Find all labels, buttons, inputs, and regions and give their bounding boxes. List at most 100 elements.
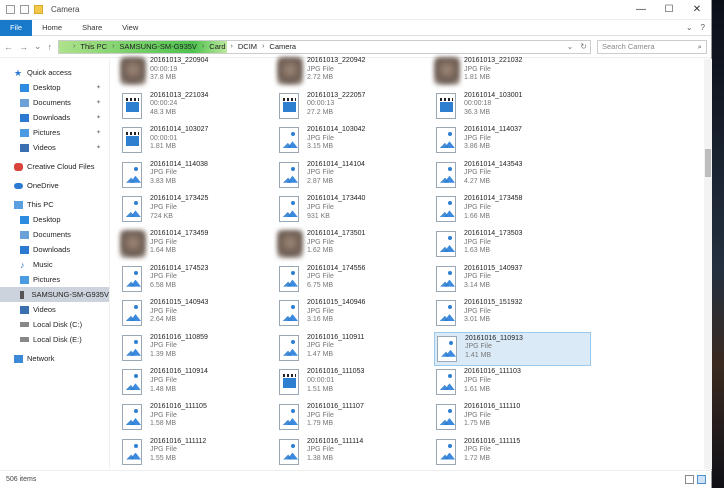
file-tile[interactable]: 20161014_173425 JPG File 724 KB [120, 193, 277, 228]
file-tile[interactable]: 20161014_114038 JPG File 3.83 MB [120, 159, 277, 194]
sidebar-item-documents[interactable]: Documents ✦ [0, 95, 109, 110]
file-tile[interactable]: 20161014_173440 JPG File 931 KB [277, 193, 434, 228]
file-tile[interactable]: 20161014_173501 JPG File 1.62 MB [277, 228, 434, 263]
help-icon[interactable]: ? [701, 23, 705, 32]
sidebar-item-videos[interactable]: Videos ✦ [0, 140, 109, 155]
file-tile[interactable]: 20161015_151932 JPG File 3.01 MB [434, 297, 591, 332]
sidebar-item-pictures[interactable]: Pictures ✦ [0, 125, 109, 140]
file-tile[interactable]: 20161014_103042 JPG File 3.15 MB [277, 124, 434, 159]
maximize-button[interactable]: ☐ [655, 4, 683, 15]
tiles-view-icon[interactable] [697, 475, 706, 484]
file-name: 20161016_111103 [464, 368, 521, 376]
forward-icon[interactable]: → [19, 42, 28, 52]
file-tile[interactable]: 20161014_103027 00:00:01 1.81 MB [120, 124, 277, 159]
file-tile[interactable]: 20161013_222057 00:00:13 27.2 MB [277, 90, 434, 125]
sidebar-item-desktop[interactable]: Desktop ✦ [0, 80, 109, 95]
close-button[interactable]: ✕ [683, 4, 711, 15]
minimize-button[interactable]: — [627, 4, 655, 15]
up-icon[interactable]: ↑ [48, 42, 53, 52]
file-type: JPG File [464, 446, 491, 454]
file-name: 20161014_114038 [150, 160, 208, 168]
sidebar-item-quick-access[interactable]: ★ Quick access [0, 65, 109, 80]
back-icon[interactable]: ← [4, 42, 13, 52]
file-tile[interactable]: 20161013_220904 00:00:19 37.8 MB [120, 55, 277, 90]
file-tile[interactable]: 20161013_220942 JPG File 2.72 MB [277, 55, 434, 90]
sidebar-item-network[interactable]: Network [0, 351, 109, 366]
file-tile[interactable]: 20161016_111115 JPG File 1.72 MB [434, 436, 591, 471]
file-tile[interactable]: 20161016_111112 JPG File 1.55 MB [120, 436, 277, 471]
breadcrumb-camera[interactable]: Camera [264, 42, 301, 51]
sidebar-item-this-pc[interactable]: This PC [0, 197, 109, 212]
file-tile[interactable]: 20161014_143543 JPG File 4.27 MB [434, 159, 591, 194]
sidebar-item-downloads[interactable]: Downloads ✦ [0, 110, 109, 125]
drive-icon [20, 322, 29, 327]
file-tile[interactable]: 20161013_221034 00:00:24 48.3 MB [120, 90, 277, 125]
file-size: 1.38 MB [307, 454, 334, 462]
expand-ribbon-icon[interactable]: ⌄ [686, 23, 693, 32]
file-tile[interactable]: 20161013_221032 JPG File 1.81 MB [434, 55, 591, 90]
file-tile[interactable]: 20161014_173503 JPG File 1.63 MB [434, 228, 591, 263]
sidebar-item-local-disk-e[interactable]: Local Disk (E:) [0, 332, 109, 347]
documents-icon [20, 98, 29, 107]
breadcrumb-dcim[interactable]: DCIM [233, 42, 262, 51]
file-tile[interactable]: 20161014_173459 JPG File 1.64 MB [120, 228, 277, 263]
scrollbar-thumb[interactable] [705, 149, 711, 177]
file-tile[interactable]: 20161015_140943 JPG File 2.64 MB [120, 297, 277, 332]
file-tile[interactable]: 20161014_174523 JPG File 6.58 MB [120, 263, 277, 298]
file-tile[interactable]: 20161014_114037 JPG File 3.86 MB [434, 124, 591, 159]
documents-icon [20, 230, 29, 239]
file-tile[interactable]: 20161015_140946 JPG File 3.16 MB [277, 297, 434, 332]
details-view-icon[interactable] [685, 475, 694, 484]
file-tile[interactable]: 20161014_114104 JPG File 2.87 MB [277, 159, 434, 194]
file-size: 1.66 MB [464, 212, 491, 220]
breadcrumb-this-pc[interactable]: This PC [75, 42, 112, 51]
sidebar-item-creative-cloud[interactable]: Creative Cloud Files [0, 159, 109, 174]
file-name: 20161015_140937 [464, 264, 523, 272]
vertical-scrollbar[interactable] [704, 59, 712, 469]
file-tile[interactable]: 20161016_111107 JPG File 1.79 MB [277, 401, 434, 436]
sidebar-item-music[interactable]: ♪ Music [0, 257, 109, 272]
file-name: 20161016_111110 [464, 402, 521, 410]
refresh-icon[interactable]: ↻ [580, 42, 590, 51]
tab-view[interactable]: View [112, 20, 148, 36]
new-folder-icon[interactable] [34, 5, 43, 14]
sidebar-item-pc-desktop[interactable]: Desktop [0, 212, 109, 227]
file-tile[interactable]: 20161016_111114 JPG File 1.38 MB [277, 436, 434, 471]
tab-home[interactable]: Home [32, 20, 72, 36]
sidebar-item-pc-documents[interactable]: Documents [0, 227, 109, 242]
file-tile[interactable]: 20161016_111105 JPG File 1.58 MB [120, 401, 277, 436]
recent-locations-icon[interactable]: ⌄ [34, 41, 42, 52]
file-tile[interactable]: 20161016_111110 JPG File 1.75 MB [434, 401, 591, 436]
desktop-icon [20, 83, 29, 92]
sidebar-item-local-disk-c[interactable]: Local Disk (C:) [0, 317, 109, 332]
file-tile[interactable]: 20161014_103001 00:00:18 36.3 MB [434, 90, 591, 125]
address-dropdown-icon[interactable]: ⌄ [567, 42, 577, 51]
tab-share[interactable]: Share [72, 20, 112, 36]
file-row: 20161016_110859 JPG File 1.39 MB 20161016_1… [120, 331, 710, 367]
properties-icon[interactable] [20, 5, 29, 14]
file-tile[interactable]: 20161016_110859 JPG File 1.39 MB [120, 332, 277, 367]
drive-icon [20, 337, 29, 342]
address-bar[interactable]: › This PC › SAMSUNG-SM-G935V › Card › DC… [58, 39, 591, 54]
sidebar-item-pc-pictures[interactable]: Pictures [0, 272, 109, 287]
file-tile[interactable]: 20161016_111103 JPG File 1.61 MB [434, 366, 591, 401]
file-tile[interactable]: 20161014_174556 JPG File 6.75 MB [277, 263, 434, 298]
tab-file[interactable]: File [0, 19, 33, 36]
file-tile[interactable]: 20161016_111053 00:00:01 1.51 MB [277, 366, 434, 401]
file-tile[interactable]: 20161016_110913 JPG File 1.41 MB [434, 331, 591, 367]
breadcrumb-device[interactable]: SAMSUNG-SM-G935V [114, 42, 202, 51]
file-size: 1.81 MB [150, 143, 177, 151]
file-list-pane: 20161013_220904 00:00:19 37.8 MB 20161013_2… [110, 57, 712, 471]
sidebar-item-onedrive[interactable]: OneDrive [0, 178, 109, 193]
breadcrumb-card[interactable]: Card [204, 42, 230, 51]
sidebar-item-pc-downloads[interactable]: Downloads [0, 242, 109, 257]
file-tile[interactable]: 20161016_110911 JPG File 1.47 MB [277, 332, 434, 367]
file-tile[interactable]: 20161015_140937 JPG File 3.14 MB [434, 263, 591, 298]
file-tile[interactable]: 20161016_110914 JPG File 1.48 MB [120, 366, 277, 401]
search-input[interactable]: Search Camera ⌕ [597, 39, 707, 54]
file-tile[interactable]: 20161014_173458 JPG File 1.66 MB [434, 193, 591, 228]
file-type: JPG File [307, 273, 334, 281]
sidebar-item-pc-videos[interactable]: Videos [0, 302, 109, 317]
file-name: 20161014_103027 [150, 126, 209, 134]
sidebar-item-samsung-device[interactable]: SAMSUNG-SM-G935V [0, 287, 109, 302]
